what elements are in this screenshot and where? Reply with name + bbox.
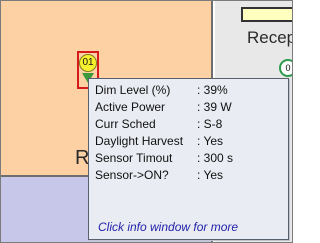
info-key: Dim Level (%) bbox=[95, 83, 171, 97]
sensor-02-marker[interactable]: 0 bbox=[279, 59, 292, 77]
more-info-link[interactable]: Click info window for more bbox=[98, 220, 238, 234]
info-key: Curr Sched bbox=[95, 117, 156, 131]
info-key: Daylight Harvest bbox=[95, 134, 184, 148]
info-value: : Yes bbox=[197, 134, 224, 148]
info-row-curr-sched: Curr Sched : S-8 bbox=[95, 117, 222, 131]
info-key: Sensor->ON? bbox=[95, 168, 169, 182]
floor-plan-viewport[interactable]: R Recep 01 0 Dim Level (%): 39% Active P… bbox=[0, 0, 293, 243]
info-row-sensor-on: Sensor->ON? : Yes bbox=[95, 168, 223, 182]
info-row-sensor-timeout: Sensor Timout : 300 s bbox=[95, 151, 233, 165]
info-value: : Yes bbox=[197, 168, 224, 182]
sensor-01-marker[interactable]: 01 bbox=[79, 54, 97, 72]
info-value: : 39 W bbox=[197, 100, 232, 114]
info-value: : 300 s bbox=[197, 151, 234, 165]
reception-desk bbox=[241, 7, 292, 22]
info-value: : 39% bbox=[197, 83, 228, 97]
room-reception-label: Recep bbox=[247, 28, 293, 47]
info-row-daylight-harvest: Daylight Harvest : Yes bbox=[95, 134, 223, 148]
info-value: : S-8 bbox=[197, 117, 223, 131]
sensor-info-window[interactable]: Dim Level (%) : 39% Active Power : 39 W Cu… bbox=[88, 78, 289, 240]
info-row-dim-level: Dim Level (%) : 39% bbox=[95, 83, 228, 97]
info-row-active-power: Active Power : 39 W bbox=[95, 100, 232, 114]
info-key: Sensor Timout bbox=[95, 151, 173, 165]
info-key: Active Power bbox=[95, 100, 166, 114]
